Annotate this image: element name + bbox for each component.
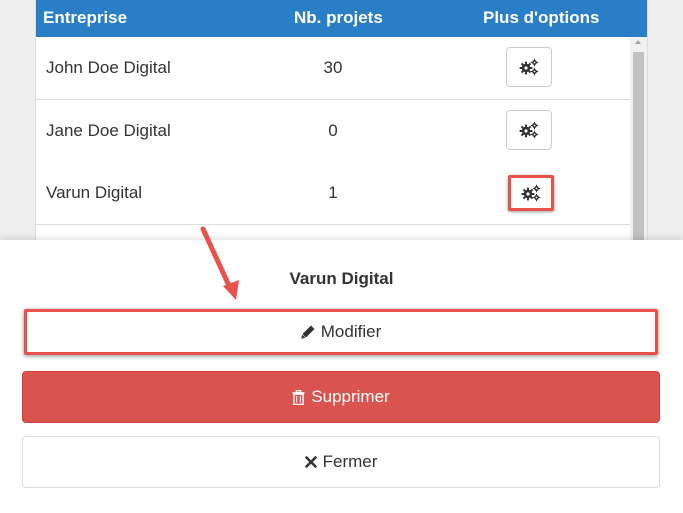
table-row: Varun Digital 1	[36, 162, 630, 225]
project-count: 30	[323, 58, 343, 77]
delete-button-label: Supprimer	[311, 387, 390, 406]
company-name: Jane Doe Digital	[46, 121, 171, 140]
table-row: Jane Doe Digital 0	[36, 100, 630, 163]
scroll-up-arrow-icon[interactable]	[635, 40, 641, 44]
project-count: 1	[328, 183, 338, 202]
table-row	[36, 225, 630, 240]
times-icon	[304, 456, 317, 468]
gears-icon	[519, 121, 539, 139]
close-button-label: Fermer	[322, 452, 378, 471]
action-sheet: Varun Digital Modifier Supprimer Fermer	[0, 240, 683, 513]
project-count: 0	[328, 121, 338, 140]
table-header: Entreprise Nb. projets Plus d'options	[36, 0, 647, 37]
close-button[interactable]: Fermer	[22, 436, 660, 488]
trash-icon	[292, 389, 305, 405]
annotation-arrow-icon	[200, 226, 239, 300]
company-name: Varun Digital	[46, 183, 143, 202]
options-button[interactable]	[506, 110, 552, 150]
delete-button[interactable]: Supprimer	[22, 371, 660, 423]
options-button[interactable]	[506, 47, 552, 87]
modify-button[interactable]: Modifier	[24, 309, 658, 355]
column-header-nb-projets[interactable]: Nb. projets	[294, 8, 383, 28]
table-row: John Doe Digital 30	[36, 37, 630, 100]
companies-table: Entreprise Nb. projets Plus d'options Jo…	[35, 0, 648, 240]
company-name: John Doe Digital	[46, 58, 171, 77]
gears-icon	[521, 184, 541, 202]
modify-button-label: Modifier	[320, 322, 382, 341]
options-button-highlighted[interactable]	[508, 175, 554, 211]
gears-icon	[519, 58, 539, 76]
scrollbar-thumb[interactable]	[633, 52, 644, 240]
pencil-icon	[301, 325, 315, 339]
column-header-options: Plus d'options	[483, 8, 600, 27]
table-scrollbar[interactable]	[630, 37, 647, 240]
column-header-entreprise[interactable]: Entreprise	[43, 8, 127, 28]
sheet-title: Varun Digital	[289, 269, 394, 288]
